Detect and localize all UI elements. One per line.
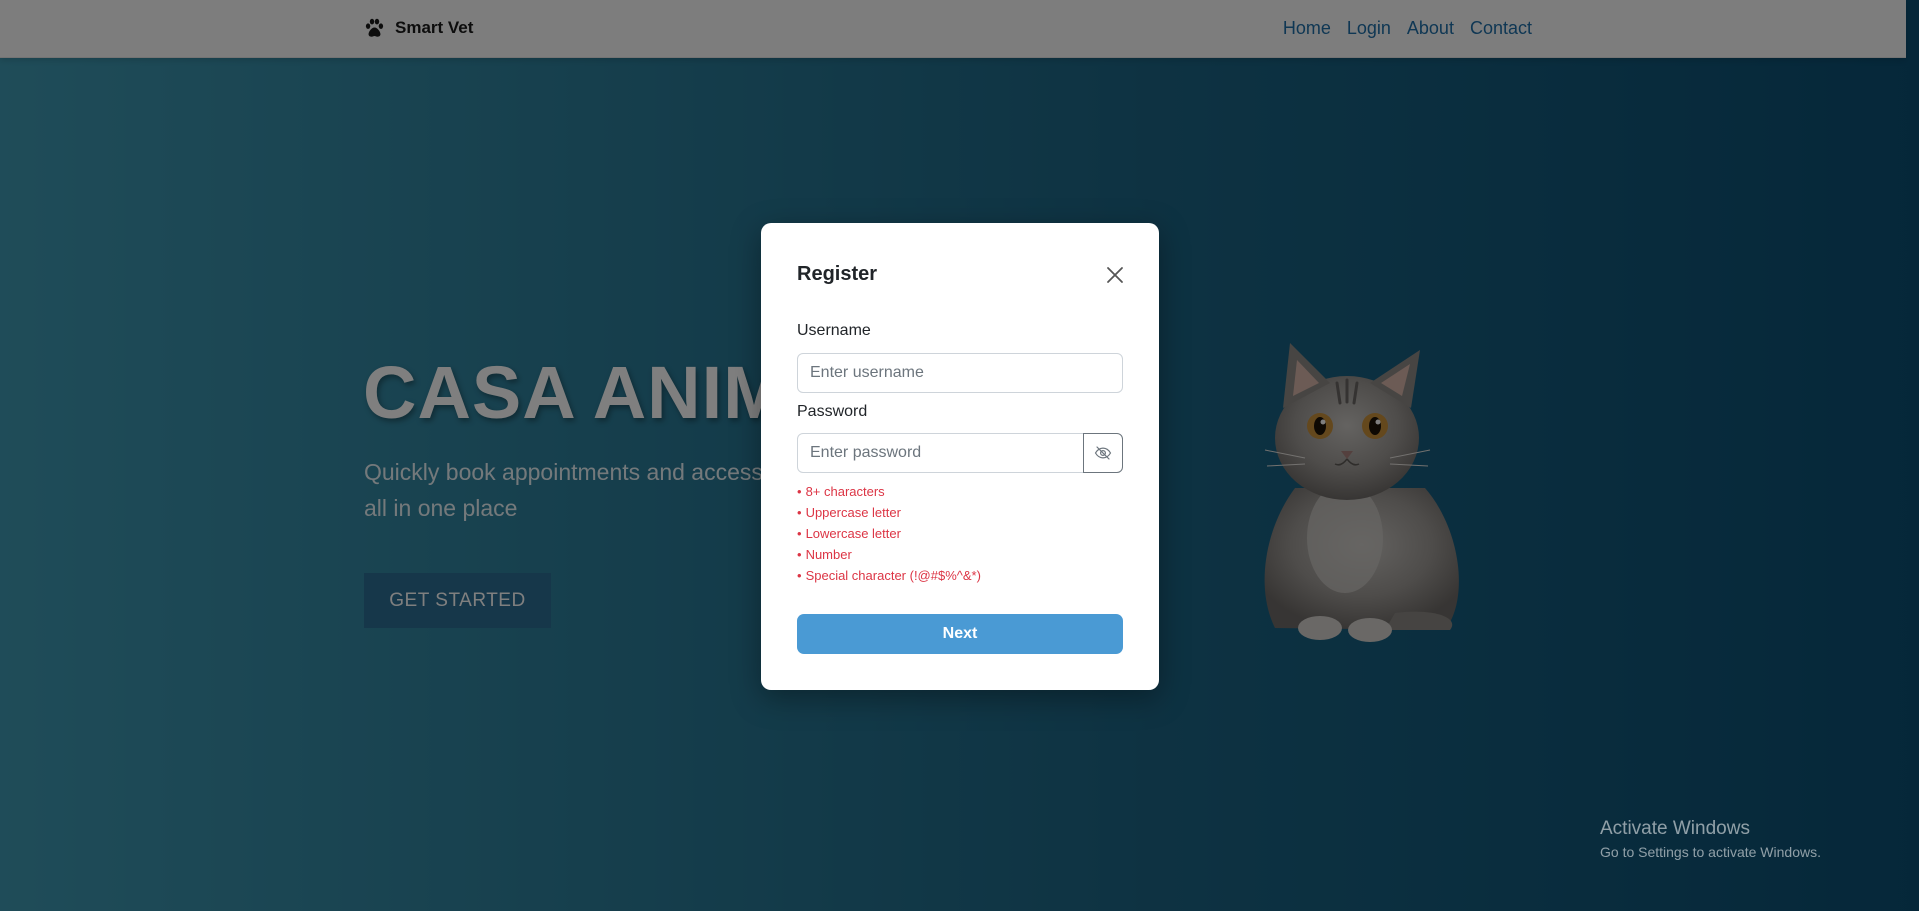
requirement-item: • 8+ characters <box>797 484 885 499</box>
password-requirements: • 8+ characters • Uppercase letter • Lowerc… <box>797 481 981 586</box>
close-button[interactable] <box>1103 263 1127 287</box>
requirement-item: • Number <box>797 547 852 562</box>
modal-title: Register <box>797 263 878 285</box>
username-input[interactable] <box>797 353 1123 393</box>
password-input[interactable] <box>797 433 1084 473</box>
watermark-title: Activate Windows <box>1600 818 1750 839</box>
activate-windows-watermark: Activate Windows Go to Settings to activ… <box>1600 818 1821 860</box>
eye-slash-icon <box>1094 446 1112 460</box>
password-label: Password <box>797 403 868 420</box>
username-label: Username <box>797 322 871 339</box>
requirement-item: • Special character (!@#$%^&*) <box>797 568 981 583</box>
requirement-item: • Uppercase letter <box>797 505 901 520</box>
register-modal: Register Username Password •8+ character… <box>761 223 1159 690</box>
watermark-subtitle: Go to Settings to activate Windows. <box>1600 844 1821 860</box>
requirement-item: • Lowercase letter <box>797 526 901 541</box>
next-button[interactable]: Next <box>797 614 1123 654</box>
close-icon <box>1107 267 1123 283</box>
password-visibility-toggle[interactable] <box>1083 433 1123 473</box>
